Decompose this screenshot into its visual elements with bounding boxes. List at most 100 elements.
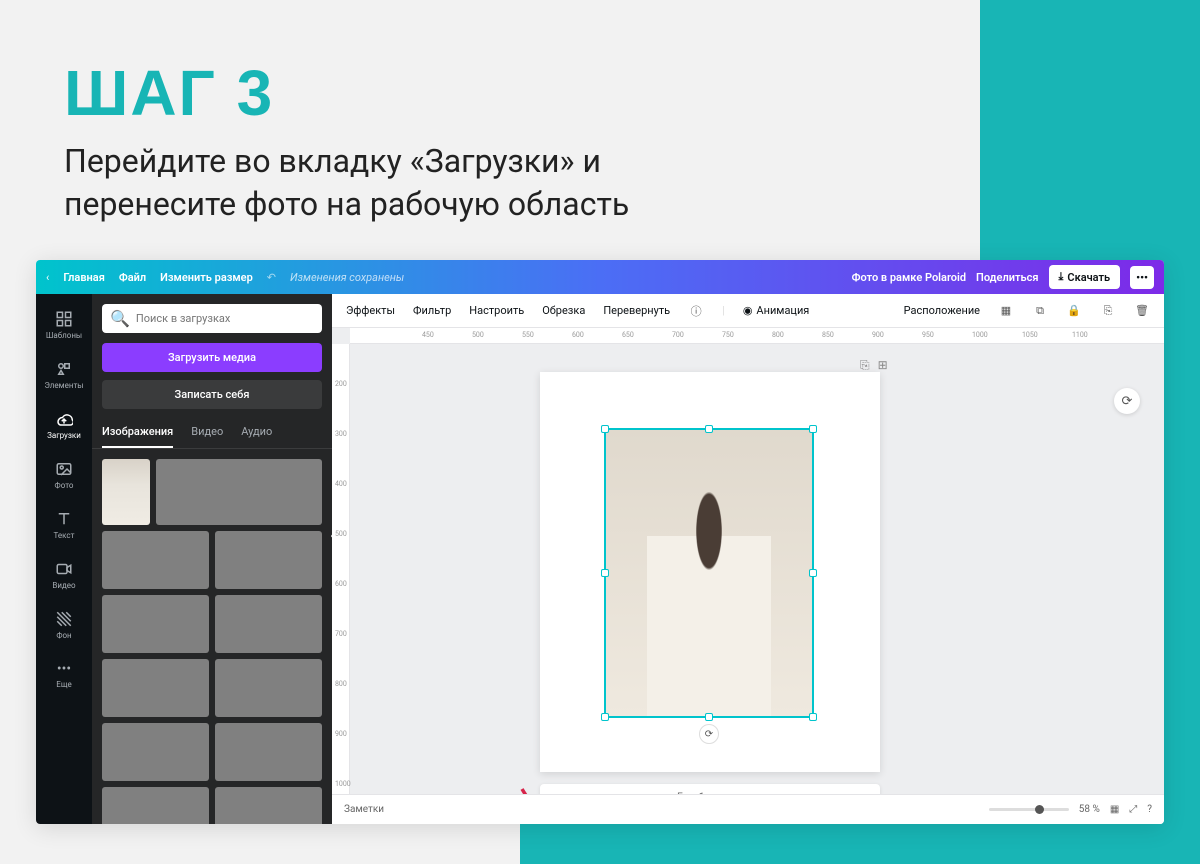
info-icon[interactable]: ⓘ [688, 303, 704, 319]
rail-templates[interactable]: Шаблоны [36, 300, 92, 350]
rail-label: Шаблоны [46, 331, 82, 340]
tool-adjust[interactable]: Настроить [469, 304, 524, 317]
search-icon: 🔍 [110, 309, 130, 328]
search-input[interactable] [136, 312, 314, 325]
zoom-slider[interactable] [989, 808, 1069, 811]
design-page[interactable]: ⟳ [540, 372, 880, 772]
more-button[interactable]: ••• [1130, 266, 1154, 289]
project-name[interactable]: Фото в рамке Polaroid [852, 271, 966, 284]
tool-crop[interactable]: Обрезка [542, 304, 585, 317]
upload-media-button[interactable]: Загрузить медиа [102, 343, 322, 372]
bottom-bar: Заметки 58 % ▦ ⤢ ? [332, 794, 1164, 824]
duplicate-page-icon[interactable]: ⎘ [860, 358, 870, 373]
tab-images[interactable]: Изображения [102, 417, 173, 448]
upload-thumb[interactable] [102, 787, 209, 824]
rail-uploads[interactable]: Загрузки [36, 400, 92, 450]
nav-rail: Шаблоны Элементы Загрузки Фото Текст Вид… [36, 294, 92, 824]
rail-label: Еще [56, 680, 71, 689]
upload-thumb[interactable] [102, 531, 209, 589]
download-icon: ⤓ [1059, 270, 1064, 284]
copy-icon[interactable]: ⎘ [1100, 303, 1116, 319]
resize-handle-s[interactable] [705, 713, 713, 721]
app-window: ‹ Главная Файл Изменить размер ↶ Изменен… [36, 260, 1164, 824]
back-chevron-icon[interactable]: ‹ [46, 271, 49, 284]
undo-icon[interactable]: ↶ [267, 271, 276, 284]
grid-view-icon[interactable]: ▦ [1110, 804, 1119, 815]
tool-flip[interactable]: Перевернуть [603, 304, 670, 317]
record-self-button[interactable]: Записать себя [102, 380, 322, 409]
photo-content [647, 459, 771, 716]
rail-text[interactable]: Текст [36, 500, 92, 550]
link-icon[interactable]: ⧉ [1032, 303, 1048, 319]
image-toolbar: Эффекты Фильтр Настроить Обрезка Перевер… [332, 294, 1164, 328]
upload-thumb[interactable] [215, 723, 322, 781]
background-icon [55, 610, 73, 628]
menu-file[interactable]: Файл [119, 271, 146, 284]
share-button[interactable]: Поделиться [976, 271, 1038, 284]
rail-label: Загрузки [47, 431, 81, 440]
tool-effects[interactable]: Эффекты [346, 304, 395, 317]
notes-button[interactable]: Заметки [344, 804, 384, 815]
rail-elements[interactable]: Элементы [36, 350, 92, 400]
rotate-handle[interactable]: ⟳ [699, 724, 719, 744]
resize-handle-e[interactable] [809, 569, 817, 577]
elements-icon [55, 360, 73, 378]
selected-photo[interactable]: ⟳ [604, 428, 814, 718]
upload-thumb[interactable] [156, 459, 322, 525]
resize-handle-nw[interactable] [601, 425, 609, 433]
rail-label: Фото [55, 481, 74, 490]
resize-handle-se[interactable] [809, 713, 817, 721]
fullscreen-icon[interactable]: ⤢ [1129, 804, 1137, 815]
search-input-wrap[interactable]: 🔍 [102, 304, 322, 333]
transparency-icon[interactable]: ▦ [998, 303, 1014, 319]
menu-resize[interactable]: Изменить размер [160, 271, 253, 284]
resize-handle-w[interactable] [601, 569, 609, 577]
tab-audio[interactable]: Аудио [241, 417, 272, 448]
tool-animation[interactable]: ◉Анимация [743, 304, 810, 317]
menu-home[interactable]: Главная [63, 271, 105, 284]
video-icon [55, 560, 73, 578]
tool-filter[interactable]: Фильтр [413, 304, 451, 317]
rail-label: Элементы [44, 381, 83, 390]
add-page-button[interactable]: + Еще 1 страница [540, 784, 880, 794]
upload-thumb[interactable] [102, 459, 150, 525]
help-icon[interactable]: ? [1147, 804, 1152, 815]
upload-thumb[interactable] [215, 659, 322, 717]
download-button[interactable]: ⤓ Скачать [1049, 265, 1121, 289]
resize-handle-ne[interactable] [809, 425, 817, 433]
ruler-vertical: 2003004005006007008009001000 [332, 344, 350, 794]
tool-position[interactable]: Расположение [904, 304, 980, 317]
sync-icon[interactable]: ⟳ [1114, 388, 1140, 414]
media-tabs: Изображения Видео Аудио [92, 417, 332, 449]
photos-icon [55, 460, 73, 478]
add-page-icon[interactable]: ⊞ [878, 358, 888, 373]
tab-video[interactable]: Видео [191, 417, 223, 448]
uploads-panel: 🔍 Загрузить медиа Записать себя Изображе… [92, 294, 332, 824]
upload-thumb[interactable] [215, 531, 322, 589]
zoom-value[interactable]: 58 % [1079, 804, 1100, 815]
resize-handle-sw[interactable] [601, 713, 609, 721]
rail-videos[interactable]: Видео [36, 550, 92, 600]
text-icon [55, 510, 73, 528]
rail-photos[interactable]: Фото [36, 450, 92, 500]
step-description: Перейдите во вкладку «Загрузки» и перене… [64, 140, 629, 226]
save-status: Изменения сохранены [290, 271, 404, 284]
upload-thumb[interactable] [215, 595, 322, 653]
rail-background[interactable]: Фон [36, 600, 92, 650]
top-bar: ‹ Главная Файл Изменить размер ↶ Изменен… [36, 260, 1164, 294]
rail-label: Фон [56, 631, 71, 640]
rail-more[interactable]: ••• Еще [36, 650, 92, 700]
upload-thumb[interactable] [102, 723, 209, 781]
canvas-area: Эффекты Фильтр Настроить Обрезка Перевер… [332, 294, 1164, 824]
upload-thumb[interactable] [215, 787, 322, 824]
lock-icon[interactable]: 🔒 [1066, 303, 1082, 319]
trash-icon[interactable]: 🗑 [1134, 303, 1150, 319]
resize-handle-n[interactable] [705, 425, 713, 433]
canvas-viewport[interactable]: ⎘ ⊞ [350, 344, 1164, 794]
ruler-horizontal: 4505005506006507007508008509009501000105… [350, 328, 1164, 344]
templates-icon [55, 310, 73, 328]
uploads-grid [92, 449, 332, 824]
upload-thumb[interactable] [102, 595, 209, 653]
upload-thumb[interactable] [102, 659, 209, 717]
rail-label: Текст [54, 531, 75, 540]
